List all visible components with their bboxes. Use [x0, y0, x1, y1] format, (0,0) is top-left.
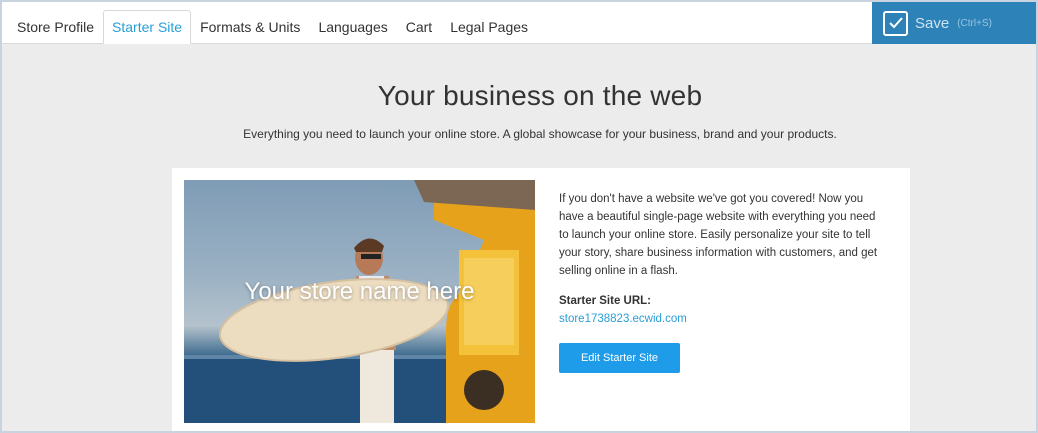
starter-site-card: Your store name here If you don't have a… — [172, 168, 910, 431]
save-label: Save — [915, 14, 950, 32]
tab-bar: Store Profile Starter Site Formats & Uni… — [2, 2, 872, 44]
tab-legal-pages[interactable]: Legal Pages — [441, 10, 537, 44]
checkmark-icon — [883, 10, 908, 36]
starter-site-description: If you don't have a website we've got yo… — [559, 193, 878, 277]
edit-starter-site-button[interactable]: Edit Starter Site — [559, 343, 680, 373]
tab-starter-site[interactable]: Starter Site — [103, 10, 192, 44]
save-button[interactable]: Save (Ctrl+S) — [872, 2, 1036, 44]
tab-cart[interactable]: Cart — [397, 10, 441, 44]
save-shortcut-hint: (Ctrl+S) — [957, 17, 992, 29]
tab-formats-units[interactable]: Formats & Units — [191, 10, 309, 44]
starter-site-url-label: Starter Site URL: — [559, 295, 652, 307]
hero-image: Your store name here — [184, 180, 535, 423]
tab-list: Store Profile Starter Site Formats & Uni… — [8, 10, 537, 44]
tab-store-profile[interactable]: Store Profile — [8, 10, 103, 44]
hero-store-name: Your store name here — [244, 278, 475, 305]
starter-site-url-link[interactable]: store1738823.ecwid.com — [559, 313, 687, 325]
app-frame: Store Profile Starter Site Formats & Uni… — [0, 0, 1038, 433]
page-title: Your business on the web — [377, 80, 703, 111]
page-subtitle: Everything you need to launch your onlin… — [243, 127, 837, 141]
tab-languages[interactable]: Languages — [309, 10, 396, 44]
